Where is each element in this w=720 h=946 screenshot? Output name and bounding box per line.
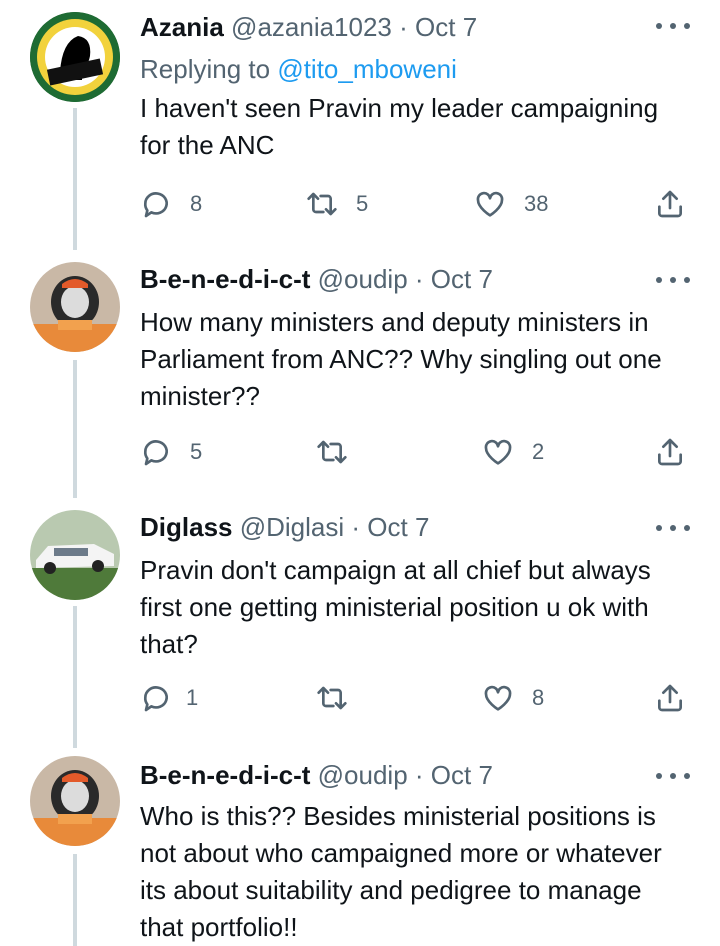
heart-icon (484, 685, 512, 711)
thread-line (73, 606, 77, 748)
avatar-image (30, 510, 120, 600)
tweet-text: Pravin don't campaign at all chief but a… (140, 555, 651, 659)
heart-icon (484, 439, 512, 465)
reply-count: 8 (190, 191, 203, 216)
tweet-header: Azania @azania1023 · Oct 7 (140, 10, 630, 44)
reply-icon (143, 440, 168, 466)
display-name[interactable]: Azania (140, 12, 224, 42)
tweet-1[interactable]: Azania @azania1023 · Oct 7 Replying to @… (0, 0, 720, 250)
more-options-icon[interactable] (656, 16, 690, 36)
replying-prefix: Replying to (140, 54, 278, 84)
tweet-text: I haven't seen Pravin my leader campaign… (140, 93, 659, 160)
user-handle[interactable]: @Diglasi (240, 512, 344, 542)
share-icon (658, 190, 682, 218)
like-count: 2 (532, 439, 545, 464)
replying-to: Replying to @tito_mboweni (140, 52, 457, 86)
share-icon (658, 684, 682, 712)
heart-icon (476, 191, 504, 217)
tweet-actions: 1 8 (0, 678, 720, 718)
retweet-icon (307, 192, 337, 216)
display-name[interactable]: B-e-n-e-d-i-c-t (140, 760, 310, 790)
reply-button[interactable]: 8 (140, 184, 202, 224)
share-button[interactable] (654, 678, 686, 718)
avatar[interactable] (30, 262, 120, 352)
reply-button[interactable]: 1 (140, 678, 198, 718)
share-button[interactable] (654, 184, 686, 224)
tweet-header: B-e-n-e-d-i-c-t @oudip · Oct 7 (140, 758, 630, 792)
tweet-date[interactable]: · Oct 7 (399, 12, 477, 42)
user-handle[interactable]: @oudip (318, 264, 408, 294)
retweet-icon (317, 440, 347, 464)
tweet-actions: 5 2 (0, 432, 720, 472)
tweet-text: Who is this?? Besides ministerial positi… (140, 801, 662, 942)
tweet-header: B-e-n-e-d-i-c-t @oudip · Oct 7 (140, 262, 630, 296)
like-button[interactable]: 8 (482, 678, 544, 718)
more-options-icon[interactable] (656, 518, 690, 538)
avatar[interactable] (30, 756, 120, 846)
display-name[interactable]: Diglass (140, 512, 233, 542)
more-options-icon[interactable] (656, 766, 690, 786)
reply-icon (143, 192, 168, 218)
retweet-count: 5 (356, 191, 369, 216)
share-button[interactable] (654, 432, 686, 472)
replying-to-handle[interactable]: @tito_mboweni (277, 54, 457, 84)
reply-count: 5 (190, 439, 203, 464)
reply-icon (143, 686, 168, 712)
user-handle[interactable]: @azania1023 (231, 12, 392, 42)
thread-line (73, 108, 77, 250)
like-count: 8 (532, 685, 545, 710)
avatar-image (30, 756, 120, 846)
like-button[interactable]: 2 (482, 432, 544, 472)
tweet-header: Diglass @Diglasi · Oct 7 (140, 510, 630, 544)
retweet-button[interactable] (316, 432, 348, 472)
avatar[interactable] (30, 12, 120, 102)
retweet-button[interactable] (316, 678, 348, 718)
tweet-3[interactable]: Diglass @Diglasi · Oct 7 Pravin don't ca… (0, 498, 720, 748)
avatar-image (30, 12, 120, 102)
share-icon (658, 438, 682, 466)
tweet-date[interactable]: · Oct 7 (351, 512, 429, 542)
more-options-icon[interactable] (656, 270, 690, 290)
like-button[interactable]: 38 (474, 184, 548, 224)
user-handle[interactable]: @oudip (318, 760, 408, 790)
display-name[interactable]: B-e-n-e-d-i-c-t (140, 264, 310, 294)
avatar-image (30, 262, 120, 352)
tweet-text: How many ministers and deputy ministers … (140, 307, 662, 411)
tweet-4[interactable]: B-e-n-e-d-i-c-t @oudip · Oct 7 Who is th… (0, 748, 720, 946)
reply-button[interactable]: 5 (140, 432, 202, 472)
reply-count: 1 (186, 685, 199, 710)
retweet-button[interactable]: 5 (306, 184, 368, 224)
avatar[interactable] (30, 510, 120, 600)
thread-line (73, 854, 77, 946)
tweet-2[interactable]: B-e-n-e-d-i-c-t @oudip · Oct 7 How many … (0, 250, 720, 498)
retweet-icon (317, 686, 347, 710)
like-count: 38 (524, 191, 549, 216)
tweet-date[interactable]: · Oct 7 (415, 264, 493, 294)
tweet-actions: 8 5 38 (0, 184, 720, 224)
thread-line (73, 360, 77, 498)
tweet-date[interactable]: · Oct 7 (415, 760, 493, 790)
